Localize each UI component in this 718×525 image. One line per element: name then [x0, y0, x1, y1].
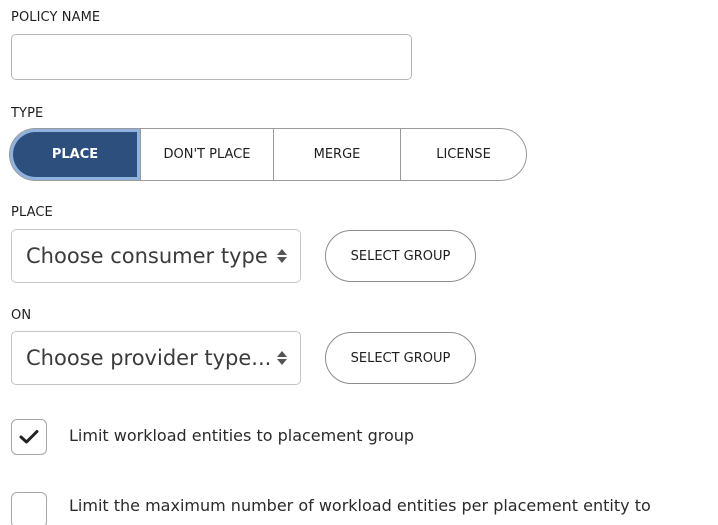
policy-name-input[interactable] — [11, 34, 412, 80]
type-option-license[interactable]: LICENSE — [401, 129, 526, 180]
provider-type-value: Choose provider type... — [26, 346, 270, 370]
checkmark-icon — [19, 430, 39, 444]
place-select-group-button[interactable]: SELECT GROUP — [325, 230, 476, 282]
type-option-place[interactable]: PLACE — [10, 129, 141, 180]
type-option-merge[interactable]: MERGE — [274, 129, 401, 180]
consumer-type-value: Choose consumer type.. — [26, 244, 270, 268]
place-label: PLACE — [11, 205, 53, 220]
type-segmented-control: PLACE DON'T PLACE MERGE LICENSE — [9, 128, 527, 181]
limit-to-group-checkbox[interactable] — [11, 419, 47, 455]
select-arrows-icon — [270, 351, 294, 365]
type-option-dont-place[interactable]: DON'T PLACE — [141, 129, 274, 180]
policy-form: POLICY NAME TYPE PLACE DON'T PLACE MERGE… — [0, 0, 718, 525]
policy-name-label: POLICY NAME — [11, 10, 101, 25]
on-label: ON — [11, 308, 32, 323]
consumer-type-select[interactable]: Choose consumer type.. — [11, 229, 301, 283]
limit-to-group-label: Limit workload entities to placement gro… — [69, 426, 415, 445]
limit-max-label: Limit the maximum number of workload ent… — [69, 496, 651, 515]
type-label: TYPE — [11, 106, 44, 121]
select-arrows-icon — [270, 249, 294, 263]
provider-type-select[interactable]: Choose provider type... — [11, 331, 301, 385]
on-select-group-button[interactable]: SELECT GROUP — [325, 332, 476, 384]
limit-max-checkbox[interactable] — [11, 492, 47, 525]
